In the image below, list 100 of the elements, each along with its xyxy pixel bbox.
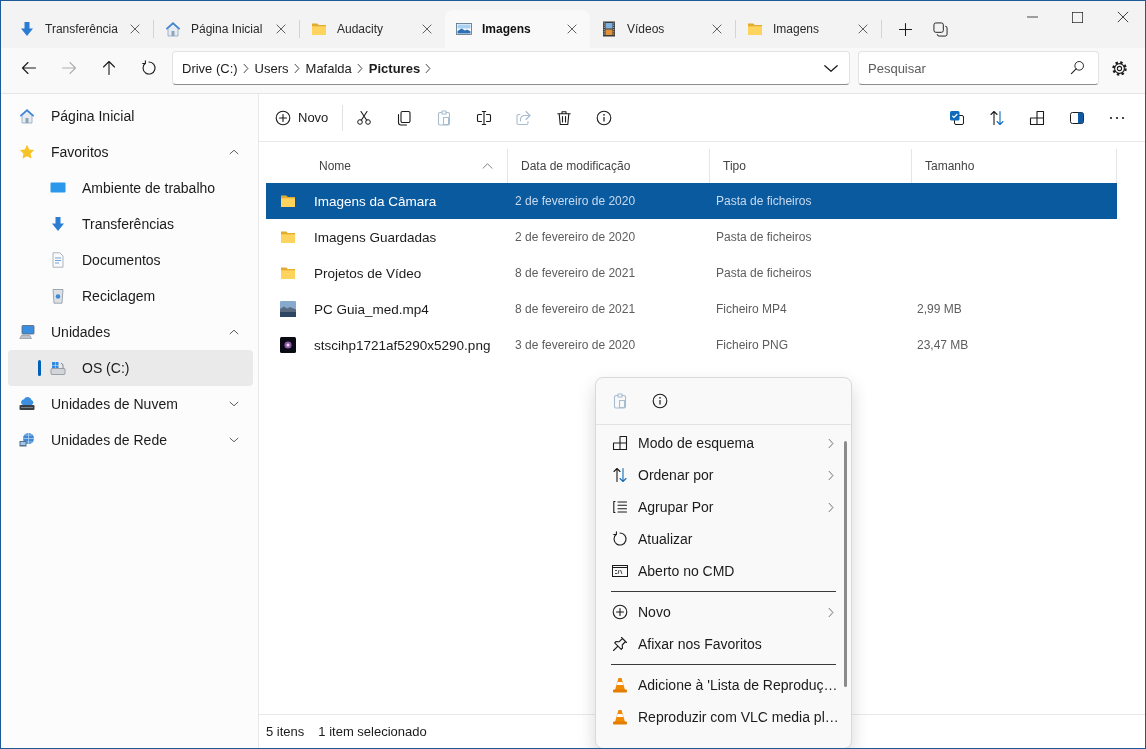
tab[interactable]: Vídeos bbox=[590, 10, 735, 48]
sidebar-item[interactable]: Unidades de Rede bbox=[8, 422, 253, 458]
file-type: Ficheiro MP4 bbox=[716, 302, 787, 316]
breadcrumb[interactable]: Drive (C:) bbox=[182, 57, 238, 79]
layout-icon bbox=[1029, 109, 1045, 126]
tab[interactable]: Transferência bbox=[8, 10, 153, 48]
new-button[interactable]: Novo bbox=[269, 100, 337, 135]
pin-icon bbox=[612, 636, 628, 652]
stacked-squares-icon bbox=[932, 21, 948, 37]
modified-date: 2 de fevereiro de 2020 bbox=[515, 230, 636, 244]
galaxy-thumbnail-icon bbox=[280, 337, 296, 353]
list-icon bbox=[612, 499, 628, 515]
menu-item[interactable]: Agrupar Por bbox=[600, 491, 847, 523]
checkbox-icon bbox=[949, 109, 965, 126]
tab[interactable]: Página Inicial bbox=[154, 10, 299, 48]
tab[interactable]: Imagens bbox=[736, 10, 881, 48]
sidebar-item[interactable]: Favoritos bbox=[8, 134, 253, 170]
cloud-drive-icon bbox=[19, 396, 35, 412]
sidebar-item[interactable]: Reciclagem bbox=[8, 278, 253, 314]
star-icon bbox=[19, 144, 35, 160]
minimize-icon bbox=[1027, 16, 1038, 18]
modified-date: 3 de fevereiro de 2020 bbox=[515, 338, 636, 352]
sidebar-item[interactable]: OS (C:) bbox=[8, 350, 253, 386]
menu-item[interactable]: Adicione à 'Lista de Reproduç… bbox=[600, 669, 847, 701]
film-strip-icon bbox=[601, 21, 617, 37]
chevron-right-icon bbox=[293, 62, 300, 74]
close-icon bbox=[422, 24, 432, 34]
sidebar-item[interactable]: Página Inicial bbox=[8, 98, 253, 134]
traffic-cone-icon bbox=[612, 677, 628, 693]
menu-item[interactable]: Reproduzir com VLC media pl… bbox=[600, 701, 847, 733]
sidebar-item[interactable]: Transferências bbox=[8, 206, 253, 242]
document-icon bbox=[50, 252, 66, 268]
file-name: Projetos de Vídeo bbox=[314, 265, 422, 281]
file-row[interactable]: stscihp1721af5290x5290.png 3 de fevereiro de 2020 Ficheiro PNG 23,47 MB bbox=[266, 327, 1117, 363]
breadcrumb[interactable]: Pictures bbox=[368, 57, 421, 79]
folder-icon bbox=[747, 21, 763, 37]
folder-icon bbox=[311, 21, 327, 37]
breadcrumb[interactable]: Users bbox=[254, 57, 289, 79]
menu-item[interactable]: Novo bbox=[600, 596, 847, 628]
file-type: Ficheiro PNG bbox=[716, 338, 789, 352]
file-row[interactable]: Imagens da Câmara 2 de fevereiro de 2020 Pasta de ficheiros bbox=[266, 183, 1117, 219]
folder-icon bbox=[280, 193, 296, 209]
file-type: Pasta de ficheiros bbox=[716, 230, 812, 244]
sidebar-item[interactable]: Unidades de Nuvem bbox=[8, 386, 253, 422]
file-row[interactable]: PC Guia_med.mp4 8 de fevereiro de 2021 Ficheiro MP4 2,99 MB bbox=[266, 291, 1117, 327]
file-name: stscihp1721af5290x5290.png bbox=[314, 337, 491, 353]
address-bar[interactable]: Drive (C:) Users Mafalda Pictures bbox=[172, 51, 850, 85]
drive-icon bbox=[50, 360, 66, 376]
chevron-right-icon bbox=[242, 62, 249, 74]
close-icon bbox=[276, 24, 286, 34]
menu-item[interactable]: Afixar nos Favoritos bbox=[600, 628, 847, 660]
file-type: Pasta de ficheiros bbox=[716, 266, 812, 280]
more-icon bbox=[1109, 115, 1125, 120]
caret-up-icon bbox=[482, 163, 493, 169]
search-field[interactable]: Pesquisar bbox=[858, 51, 1099, 85]
tab[interactable]: Imagens bbox=[445, 10, 590, 48]
chevron-right-icon bbox=[356, 62, 363, 74]
sidebar-item[interactable]: Unidades bbox=[8, 314, 253, 350]
landscape-thumbnail-icon bbox=[280, 301, 296, 317]
menu-item[interactable]: Atualizar bbox=[600, 523, 847, 555]
search-icon bbox=[1070, 60, 1085, 75]
down-arrow-icon bbox=[50, 216, 66, 232]
traffic-cone-icon bbox=[612, 709, 628, 725]
file-row[interactable]: Imagens Guardadas 2 de fevereiro de 2020 Pasta de ficheiros bbox=[266, 219, 1117, 255]
sidebar-item[interactable]: Ambiente de trabalho bbox=[8, 170, 253, 206]
selection-bar-icon bbox=[38, 360, 41, 376]
modified-date: 8 de fevereiro de 2021 bbox=[515, 266, 636, 280]
maximize-icon bbox=[1072, 11, 1083, 23]
column-header[interactable]: Nome bbox=[266, 149, 507, 183]
plus-circle-icon bbox=[612, 604, 628, 620]
tab[interactable]: Audacity bbox=[300, 10, 445, 48]
picture-icon bbox=[456, 21, 472, 37]
close-icon bbox=[858, 24, 868, 34]
desktop-icon bbox=[50, 180, 66, 196]
menu-item[interactable]: Aberto no CMD bbox=[600, 555, 847, 587]
scroll-thumb[interactable] bbox=[844, 441, 847, 687]
network-drive-icon bbox=[19, 432, 35, 448]
chevron-right-icon bbox=[425, 62, 432, 74]
chevron-down-icon bbox=[822, 63, 839, 73]
plus-icon bbox=[897, 21, 913, 37]
close-icon bbox=[567, 24, 577, 34]
file-name: Imagens Guardadas bbox=[314, 229, 437, 245]
close-icon bbox=[1116, 11, 1129, 23]
file-name: PC Guia_med.mp4 bbox=[314, 301, 429, 317]
preview-pane-icon bbox=[1069, 109, 1085, 126]
close-icon bbox=[712, 24, 722, 34]
menu-item[interactable]: Modo de esquema bbox=[600, 427, 847, 459]
menu-item[interactable]: Ordenar por bbox=[600, 459, 847, 491]
sort-icon bbox=[989, 109, 1005, 126]
file-name: Imagens da Câmara bbox=[314, 193, 437, 209]
breadcrumb[interactable]: Mafalda bbox=[305, 57, 352, 79]
computer-icon bbox=[19, 324, 35, 340]
terminal-icon bbox=[612, 563, 628, 579]
file-row[interactable]: Projetos de Vídeo 8 de fevereiro de 2021 Pasta de ficheiros bbox=[266, 255, 1117, 291]
recycle-bin-icon bbox=[50, 288, 66, 304]
file-size: 23,47 MB bbox=[917, 338, 969, 352]
plus-circle-icon bbox=[275, 109, 291, 126]
sort-icon bbox=[612, 467, 628, 483]
sidebar-item[interactable]: Documentos bbox=[8, 242, 253, 278]
folder-icon bbox=[280, 265, 296, 281]
